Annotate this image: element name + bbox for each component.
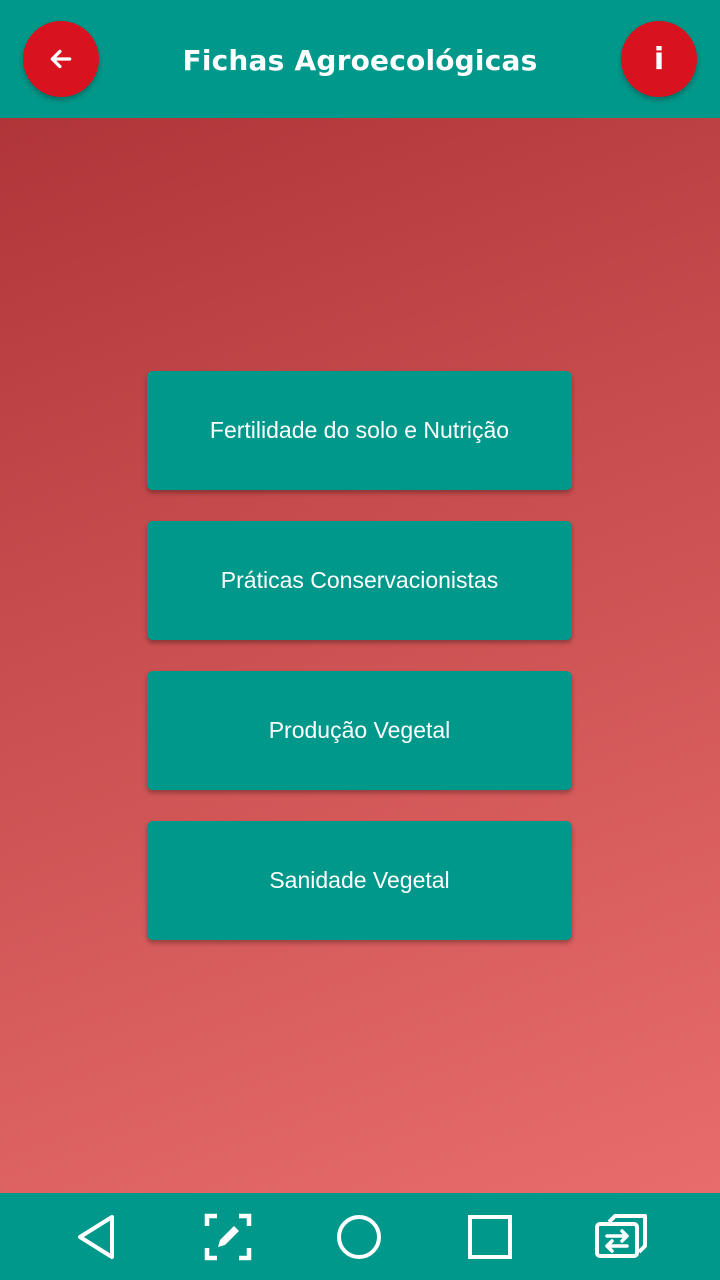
menu-button-producao[interactable]: Produção Vegetal [147, 671, 572, 790]
switch-app-icon [595, 1213, 647, 1258]
nav-screenshot-edit-button[interactable] [183, 1193, 273, 1280]
menu-button-label: Fertilidade do solo e Nutrição [209, 417, 510, 443]
system-nav-bar [0, 1193, 720, 1280]
menu-button-label: Sanidade Vegetal [269, 867, 450, 893]
home-circle-icon [337, 1214, 381, 1259]
app-bar: Fichas Agroecológicas i [0, 0, 720, 118]
back-triangle-icon [78, 1214, 114, 1259]
nav-recents-button[interactable] [445, 1193, 535, 1280]
nav-back-button[interactable] [52, 1193, 142, 1280]
menu-button-label: Práticas Conservacionistas [220, 567, 499, 593]
menu-button-praticas[interactable]: Práticas Conservacionistas [147, 521, 572, 640]
back-button[interactable] [23, 21, 99, 97]
info-button[interactable]: i [621, 21, 697, 97]
arrow-left-icon [50, 49, 72, 69]
content-area [0, 118, 720, 1193]
menu-button-fertilidade[interactable]: Fertilidade do solo e Nutrição [147, 371, 572, 490]
nav-home-button[interactable] [314, 1193, 404, 1280]
screenshot-edit-icon [204, 1213, 252, 1260]
nav-switch-app-button[interactable] [576, 1193, 666, 1280]
page-title: Fichas Agroecológicas [182, 44, 538, 77]
info-icon: i [653, 41, 665, 77]
recents-square-icon [468, 1214, 512, 1259]
menu-button-label: Produção Vegetal [268, 717, 451, 743]
menu-button-sanidade[interactable]: Sanidade Vegetal [147, 821, 572, 940]
